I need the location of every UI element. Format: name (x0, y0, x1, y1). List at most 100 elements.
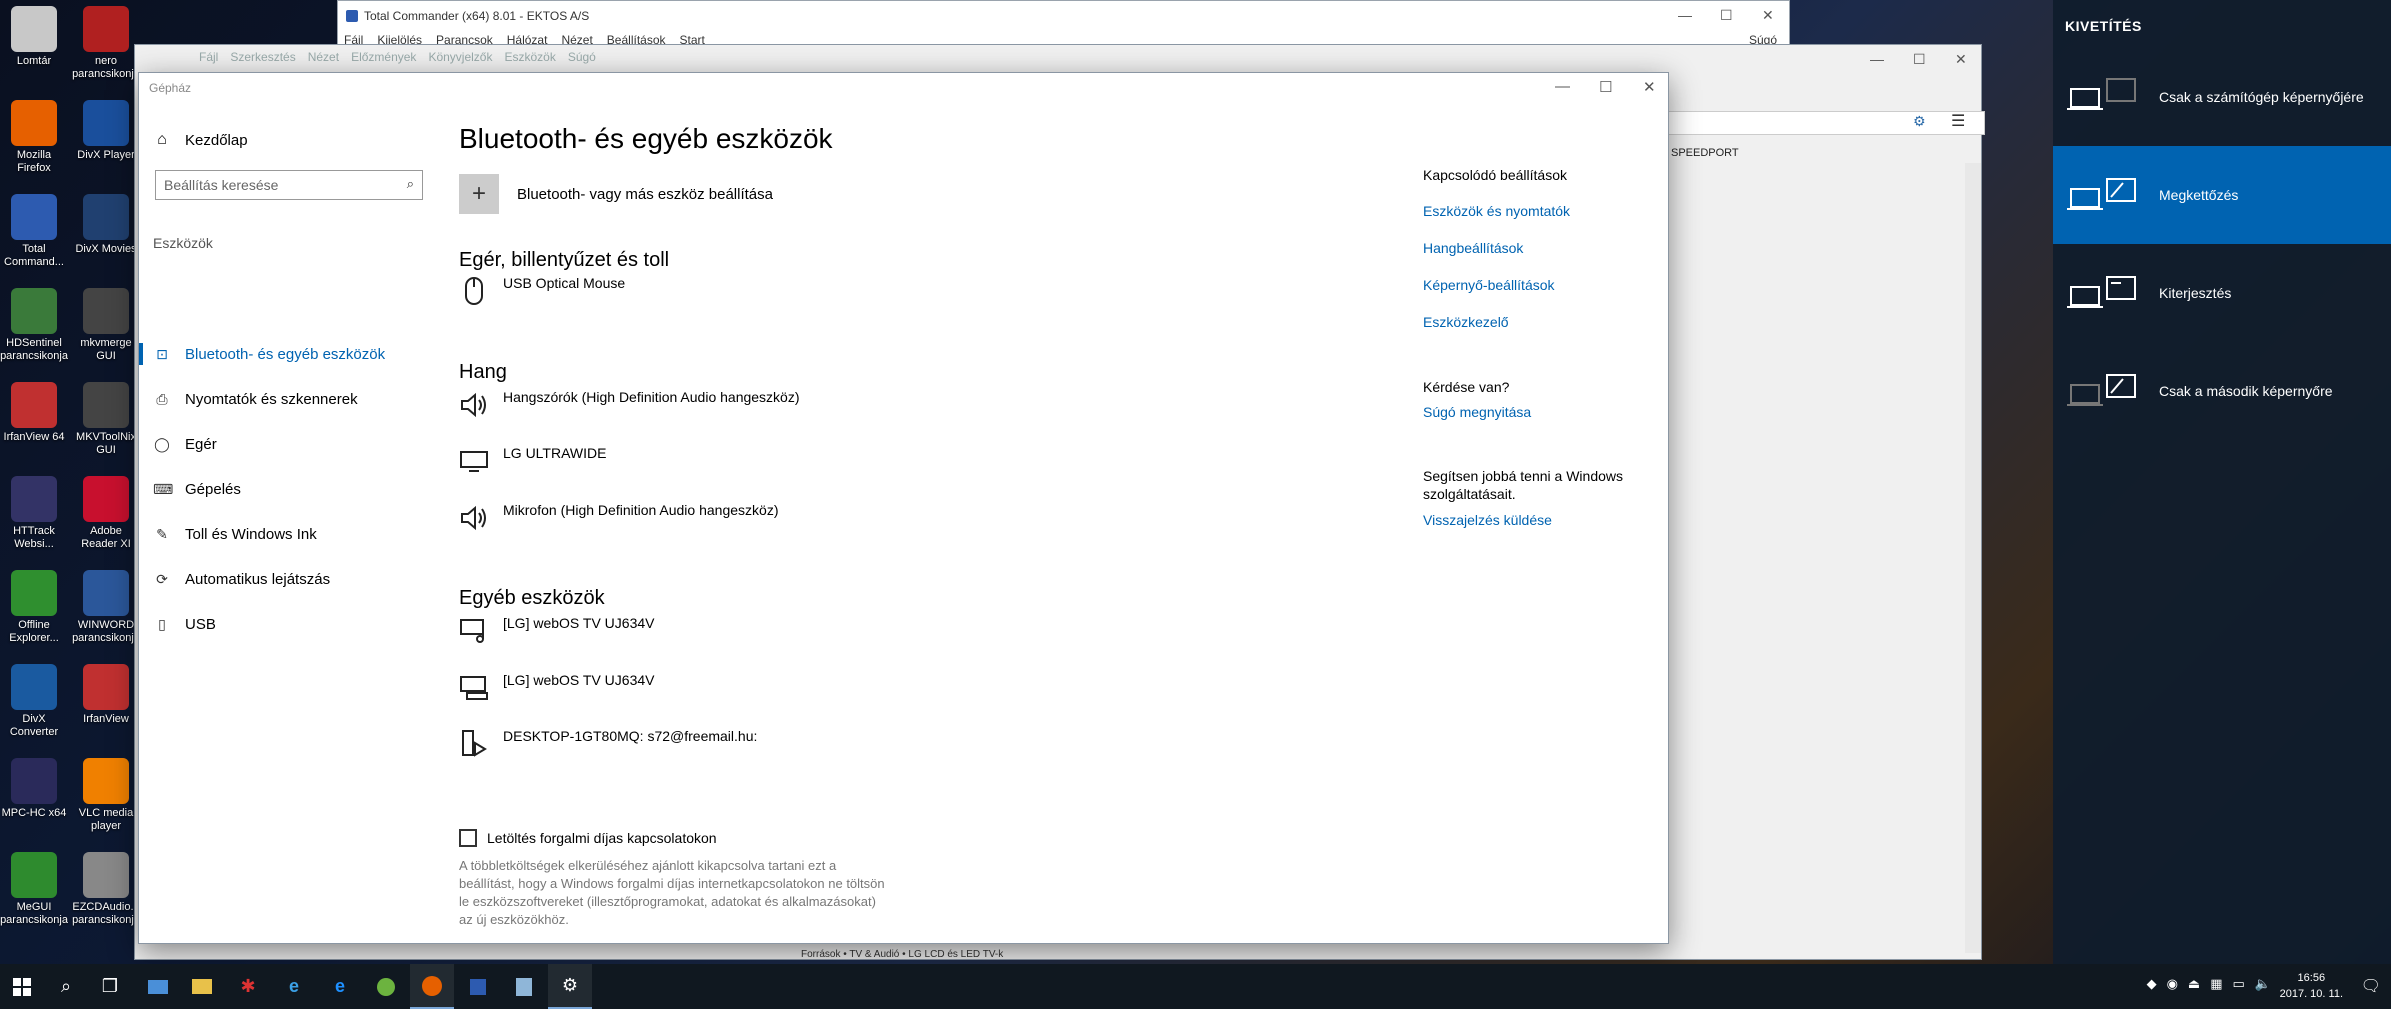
device-item[interactable]: USB Optical Mouse (459, 273, 625, 309)
link-device-manager[interactable]: Eszközkezelő (1423, 314, 1509, 330)
nav-item-label: Automatikus lejátszás (185, 570, 331, 588)
desktop-icon[interactable]: DivX Movies (72, 194, 140, 256)
volume-icon[interactable]: 🔈 (2255, 976, 2271, 992)
clock[interactable]: 16:56 2017. 10. 11. (2280, 970, 2343, 1002)
maximize-icon[interactable]: ☐ (1913, 51, 1926, 68)
nav-item[interactable]: ⟳ Automatikus lejátszás (139, 560, 439, 598)
close-icon[interactable]: ✕ (1955, 51, 1967, 68)
projection-option-label: Csak a számítógép képernyőjére (2159, 89, 2364, 105)
browser-menu-item[interactable]: Könyvjelzők (428, 50, 492, 64)
browser-menu-item[interactable]: Szerkesztés (230, 50, 295, 64)
desktop-icon[interactable]: nero parancsikonja (72, 6, 140, 81)
tools-app-icon[interactable]: ✱ (226, 964, 270, 1009)
desktop-icon[interactable]: MeGUI parancsikonja (0, 852, 68, 927)
device-item[interactable]: [LG] webOS TV UJ634V (459, 613, 654, 649)
nav-item[interactable]: ⎙ Nyomtatók és szkennerek (139, 380, 439, 418)
desktop-icon[interactable]: DivX Player (72, 100, 140, 162)
add-device-row[interactable]: + Bluetooth- vagy más eszköz beállítása (459, 174, 773, 214)
safely-remove-icon[interactable]: ⏏ (2188, 976, 2200, 992)
extension-icon[interactable]: ⚙ (1913, 113, 1926, 130)
desktop-icon[interactable]: VLC media player (72, 758, 140, 833)
utorrent-icon[interactable] (364, 964, 408, 1009)
desktop-icon[interactable]: mkvmerge GUI (72, 288, 140, 363)
maximize-icon[interactable]: ☐ (1720, 7, 1733, 24)
add-device-button[interactable]: + (459, 174, 499, 214)
scrollbar[interactable] (1965, 163, 1981, 953)
link-devices-printers[interactable]: Eszközök és nyomtatók (1423, 203, 1570, 219)
browser-menu-item[interactable]: Fájl (199, 50, 218, 64)
total-commander-taskbar-icon[interactable] (456, 964, 500, 1009)
nav-item[interactable]: ▯ USB (139, 605, 439, 643)
nav-item[interactable]: ✎ Toll és Windows Ink (139, 515, 439, 553)
device-name: [LG] webOS TV UJ634V (503, 672, 655, 688)
nav-item-label: Egér (185, 435, 217, 453)
device-item[interactable]: DESKTOP-1GT80MQ: s72@freemail.hu: (459, 726, 757, 762)
device-name: USB Optical Mouse (503, 275, 626, 291)
task-view-icon[interactable]: ❐ (88, 964, 132, 1009)
projection-extend[interactable]: Kiterjesztés (2053, 244, 2391, 342)
start-button[interactable] (0, 964, 44, 1009)
firefox-taskbar-icon[interactable] (410, 964, 454, 1009)
dropbox-icon[interactable]: ◆ (2147, 976, 2157, 992)
desktop-icon[interactable]: HTTrack Websi... (0, 476, 68, 551)
settings-gear-icon[interactable]: ⚙ (548, 964, 592, 1009)
desktop-icon[interactable]: Offline Explorer... (0, 570, 68, 645)
device-item[interactable]: [LG] webOS TV UJ634V (459, 670, 654, 706)
file-explorer-icon[interactable] (180, 964, 224, 1009)
desktop-icon[interactable]: HDSentinel parancsikonja (0, 288, 68, 363)
notepad-taskbar-icon[interactable] (502, 964, 546, 1009)
nav-item[interactable]: ⌨ Gépelés (139, 470, 439, 508)
link-open-help[interactable]: Súgó megnyitása (1423, 404, 1531, 420)
browser-menu-item[interactable]: Eszközök (504, 50, 555, 64)
desktop-icon[interactable]: MPC-HC x64 (0, 758, 68, 820)
browser-menu-item[interactable]: Előzmények (351, 50, 416, 64)
device-item[interactable]: Mikrofon (High Definition Audio hangeszk… (459, 500, 778, 536)
desktop-manager-icon[interactable] (136, 964, 180, 1009)
action-center-icon[interactable]: 🗨 (2361, 976, 2381, 996)
projection-pc-only[interactable]: Csak a számítógép képernyőjére (2053, 48, 2391, 146)
desktop-icon[interactable]: IrfanView 64 (0, 382, 68, 444)
desktop-icon[interactable]: EZCDAudio... parancsikonja (72, 852, 140, 927)
browser-menu-item[interactable]: Súgó (568, 50, 596, 64)
minimize-icon[interactable]: — (1870, 51, 1884, 67)
minimize-icon[interactable]: — (1678, 7, 1692, 23)
desktop-icon[interactable]: WINWORD parancsikonja (72, 570, 140, 645)
metered-checkbox[interactable] (459, 829, 477, 847)
search-icon[interactable]: ⌕ (44, 964, 88, 1009)
desktop-icon[interactable]: DivX Converter (0, 664, 68, 739)
desktop-icon[interactable]: Adobe Reader XI (72, 476, 140, 551)
metered-download-option[interactable]: Letöltés forgalmi díjas kapcsolatokon (459, 829, 717, 847)
search-icon[interactable]: ⌕ (407, 176, 414, 192)
projection-duplicate[interactable]: Megkettőzés (2053, 146, 2391, 244)
close-icon[interactable]: ✕ (1762, 7, 1774, 24)
desktop-icon[interactable]: IrfanView (72, 664, 140, 726)
battery-icon[interactable]: ▭ (2233, 976, 2245, 992)
speedport-tab[interactable]: SPEEDPORT (1671, 147, 1739, 159)
settings-search[interactable]: ⌕ (155, 170, 423, 200)
device-item[interactable]: Hangszórók (High Definition Audio hanges… (459, 387, 800, 423)
device-item[interactable]: LG ULTRAWIDE (459, 443, 606, 479)
device-name: DESKTOP-1GT80MQ: s72@freemail.hu: (503, 728, 758, 744)
desktop-icon[interactable]: Mozilla Firefox (0, 100, 68, 175)
link-send-feedback[interactable]: Visszajelzés küldése (1423, 512, 1552, 528)
projection-second-only[interactable]: Csak a második képernyőre (2053, 342, 2391, 440)
total-commander-window[interactable]: Total Commander (x64) 8.01 - EKTOS A/S F… (337, 0, 1790, 50)
browser-address-bar[interactable] (1665, 111, 1985, 135)
utorrent-tray-icon[interactable]: ◉ (2167, 976, 2178, 992)
desktop-icon[interactable]: Lomtár (0, 6, 68, 68)
link-display-settings[interactable]: Képernyő-beállítások (1423, 277, 1555, 293)
search-input[interactable] (164, 177, 384, 193)
browser-menu-item[interactable]: Nézet (308, 50, 339, 64)
nav-item[interactable]: ⊡ Bluetooth- és egyéb eszközök (139, 335, 439, 373)
nav-item[interactable]: ◯ Egér (139, 425, 439, 463)
edge-icon[interactable]: e (318, 964, 362, 1009)
desktop-icon[interactable]: MKVToolNix GUI (72, 382, 140, 457)
desktop-icon[interactable]: Total Command... (0, 194, 68, 269)
hamburger-menu-icon[interactable]: ☰ (1951, 111, 1965, 131)
media-device-icon (459, 613, 489, 649)
nav-home[interactable]: ⌂ Kezdőlap (153, 131, 247, 149)
network-icon[interactable]: ▦ (2210, 976, 2222, 992)
nav-item-label: Nyomtatók és szkennerek (185, 390, 358, 408)
internet-explorer-icon[interactable]: e (272, 964, 316, 1009)
link-sound-settings[interactable]: Hangbeállítások (1423, 240, 1523, 256)
